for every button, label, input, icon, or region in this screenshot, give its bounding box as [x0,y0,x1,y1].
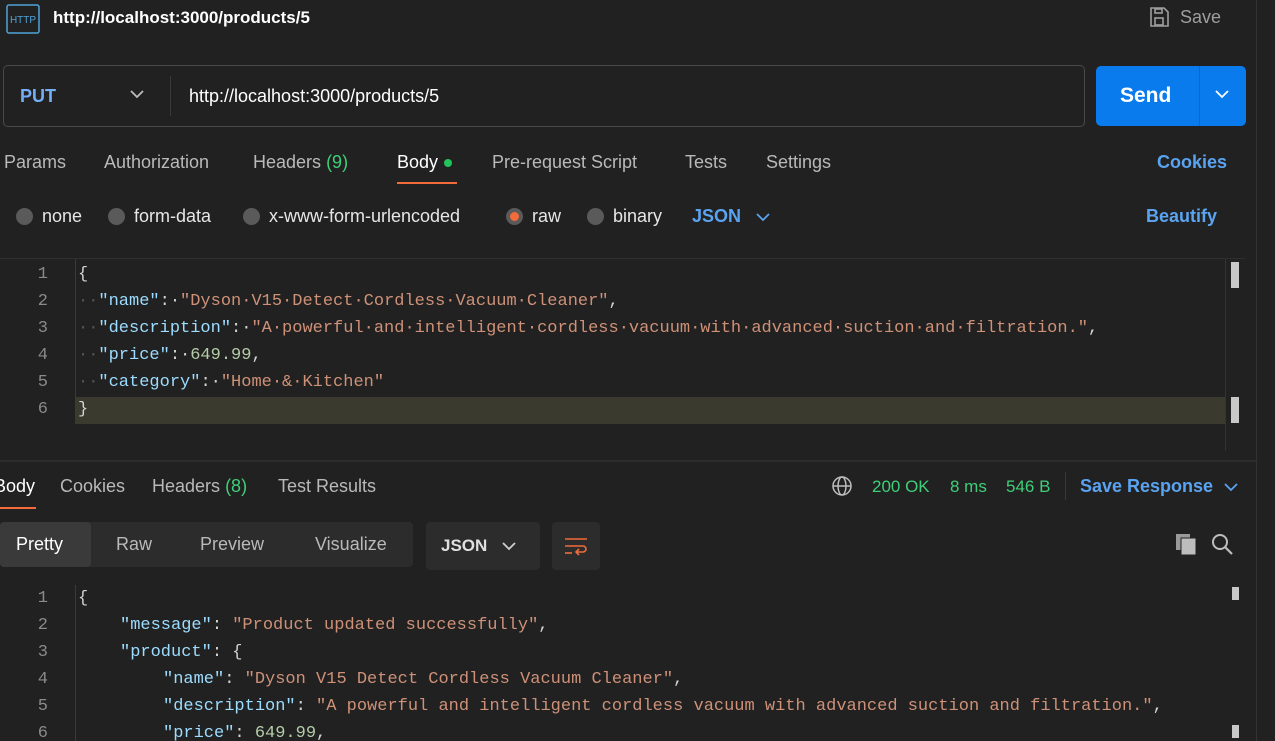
radio-circle [243,208,260,225]
pane-divider [1256,0,1257,741]
request-tabs: Params Authorization Headers (9) Body Pr… [0,150,1257,190]
tab-params[interactable]: Params [4,152,66,173]
save-icon [1150,7,1169,27]
wrap-lines-button[interactable] [552,522,600,570]
scrollbar-marker [1232,725,1239,738]
save-label: Save [1180,6,1222,27]
tab-body[interactable]: Body [397,152,453,173]
response-size[interactable]: 546 B [1006,477,1050,497]
response-body-viewer[interactable]: 1{ 2 "message": "Product updated successf… [0,585,1245,741]
tab-response-body[interactable]: Body [0,476,35,497]
http-request-icon: HTTP [6,4,40,34]
radio-circle-selected [506,208,523,225]
body-format-select[interactable]: JSON [692,206,771,227]
response-tabs: Body Cookies Headers (8) Test Results [0,474,1257,509]
wrap-lines-icon [565,538,587,556]
code-line: 6} [37,400,89,419]
code-line: 3 "product": { [37,643,243,662]
code-line: 6 "price": 649.99, [37,724,327,741]
view-pretty[interactable]: Pretty [16,534,63,555]
divider [170,76,171,116]
view-preview[interactable]: Preview [200,534,264,555]
radio-form-data[interactable]: form-data [108,206,211,227]
tab-test-results[interactable]: Test Results [278,476,376,497]
request-body-editor[interactable]: 1{ 2 ··"name":·"Dyson·V15·Detect·Cordless… [0,258,1245,453]
save-button[interactable]: Save [1148,6,1221,28]
response-time[interactable]: 8 ms [950,477,987,497]
svg-text:HTTP: HTTP [10,15,36,26]
send-button[interactable]: Send [1096,66,1246,126]
url-bar: PUT [3,65,1085,127]
body-type-options: none form-data x-www-form-urlencoded raw… [0,200,1257,232]
beautify-link[interactable]: Beautify [1146,206,1217,227]
code-line: 4 ··"price":·649.99, [37,346,262,365]
scrollbar-track [1225,259,1226,451]
tab-headers[interactable]: Headers (9) [253,152,348,173]
save-response-button[interactable]: Save Response [1080,476,1239,497]
tab-settings[interactable]: Settings [766,152,831,173]
active-tab-indicator [0,507,36,509]
chevron-down-icon[interactable] [129,88,145,100]
radio-none[interactable]: none [16,206,82,227]
body-active-dot [444,159,453,168]
divider [1199,66,1200,126]
chevron-down-icon[interactable] [1214,88,1230,100]
code-line: 4 "name": "Dyson V15 Detect Cordless Vacu… [37,670,684,689]
copy-icon[interactable] [1174,532,1198,556]
radio-binary[interactable]: binary [587,206,662,227]
code-line: 5 "description": "A powerful and intellig… [37,697,1163,716]
tab-response-cookies[interactable]: Cookies [60,476,125,497]
search-icon[interactable] [1210,532,1234,556]
code-line: 1{ [37,589,89,608]
pane-splitter[interactable] [0,460,1257,462]
tab-pre-request-script[interactable]: Pre-request Script [492,152,637,173]
radio-circle [108,208,125,225]
active-tab-indicator [397,182,457,184]
headers-count: (8) [225,476,248,496]
status-code[interactable]: 200 OK [872,477,930,497]
radio-raw[interactable]: raw [506,206,561,227]
cookies-link[interactable]: Cookies [1157,152,1227,173]
scrollbar-thumb[interactable] [1231,262,1239,288]
view-mode-segmented-control: Pretty Raw Preview Visualize [0,522,413,567]
headers-count: (9) [326,152,349,172]
code-line: 5 ··"category":·"Home·&·Kitchen" [37,373,385,392]
radio-x-www-form-urlencoded[interactable]: x-www-form-urlencoded [243,206,460,227]
view-visualize[interactable]: Visualize [315,534,387,555]
radio-circle [587,208,604,225]
code-line: 1{ [37,265,89,284]
view-raw[interactable]: Raw [116,534,152,555]
send-label: Send [1120,84,1172,107]
method-select[interactable]: PUT [20,86,56,107]
code-line: 2 ··"name":·"Dyson·V15·Detect·Cordless·Va… [37,292,619,311]
chevron-down-icon [756,212,770,221]
request-title: http://localhost:3000/products/5 [53,8,310,27]
url-input[interactable] [189,86,1069,107]
scrollbar-thumb[interactable] [1232,587,1239,600]
code-line: 3 ··"description":·"A·powerful·and·intell… [37,319,1099,338]
tab-header: HTTP http://localhost:3000/products/5 Sa… [0,0,1257,40]
globe-icon[interactable] [831,475,853,497]
tab-authorization[interactable]: Authorization [104,152,209,173]
divider [1065,472,1066,500]
scrollbar-marker [1231,397,1239,423]
chevron-down-icon [1224,482,1238,491]
chevron-down-icon [502,542,516,551]
tab-response-headers[interactable]: Headers (8) [152,476,247,497]
code-line: 2 "message": "Product updated successfull… [37,616,549,635]
tab-tests[interactable]: Tests [685,152,727,173]
response-format-select[interactable]: JSON [426,522,540,570]
radio-circle [16,208,33,225]
